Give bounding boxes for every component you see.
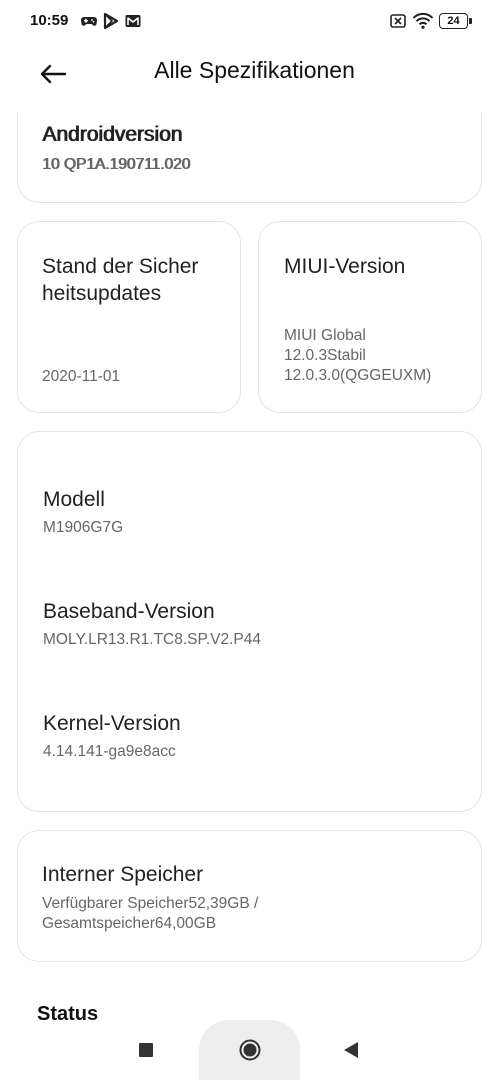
security-update-value: 2020-11-01 (42, 368, 121, 385)
miui-version-label: MIUI-Version (284, 255, 406, 278)
model-value: M1906G7G (43, 519, 124, 536)
back-triangle-icon (344, 1042, 358, 1058)
app-header-overlay: Alle Spezifikationen (0, 44, 499, 104)
android-version-value-visible: 10 QP1A.190711.020 (42, 156, 190, 173)
miui-version-card[interactable]: MIUI-Version MIUI Global 12.0.3Stabil 12… (258, 221, 482, 413)
baseband-value: MOLY.LR13.R1.TC8.SP.V2.P44 (43, 631, 261, 648)
home-circle-icon (239, 1039, 261, 1061)
android-version-label-visible: Androidversion (42, 123, 183, 146)
internal-storage-value-line1: Verfügbarer Speicher52,39GB / (42, 895, 259, 912)
internal-storage-card[interactable]: Interner Speicher Verfügbarer Speicher52… (17, 830, 482, 962)
game-controller-icon (81, 17, 97, 26)
battery-level: 24 (447, 15, 460, 27)
recents-button[interactable] (131, 1035, 161, 1065)
wifi-icon (412, 12, 434, 29)
baseband-label: Baseband-Version (43, 600, 215, 623)
nav-back-button[interactable] (336, 1035, 366, 1065)
home-button[interactable] (235, 1035, 265, 1065)
kernel-row[interactable]: Kernel-Version 4.14.141-ga9e8acc (18, 696, 481, 776)
security-update-label-line1: Stand der Sicher (42, 255, 199, 278)
miui-version-value-line3: 12.0.3.0(QGGEUXM) (284, 367, 432, 384)
gmail-icon (125, 15, 141, 27)
recents-square-icon (139, 1043, 153, 1057)
miui-version-value-line2: 12.0.3Stabil (284, 347, 366, 364)
model-row[interactable]: Modell M1906G7G (18, 472, 481, 552)
battery-icon: 24 (439, 13, 472, 29)
no-sim-icon (390, 14, 406, 28)
kernel-value: 4.14.141-ga9e8acc (43, 743, 176, 760)
status-bar: 10:59 24 (0, 0, 499, 44)
security-update-card[interactable]: Stand der Sicher heitsupdates 2020-11-01 (17, 221, 241, 413)
device-info-card: Modell M1906G7G Baseband-Version MOLY.LR… (17, 431, 482, 812)
status-time: 10:59 (30, 12, 69, 29)
page-title-overlay: Alle Spezifikationen (154, 57, 355, 83)
kernel-label: Kernel-Version (43, 712, 181, 735)
baseband-row[interactable]: Baseband-Version MOLY.LR13.R1.TC8.SP.V2.… (18, 584, 481, 664)
miui-version-value-line1: MIUI Global (284, 327, 366, 344)
internal-storage-label: Interner Speicher (42, 863, 204, 886)
play-store-icon (103, 12, 119, 30)
model-label: Modell (43, 488, 105, 511)
internal-storage-value-line2: Gesamtspeicher64,00GB (42, 915, 217, 932)
security-update-label-line2: heitsupdates (42, 282, 162, 305)
